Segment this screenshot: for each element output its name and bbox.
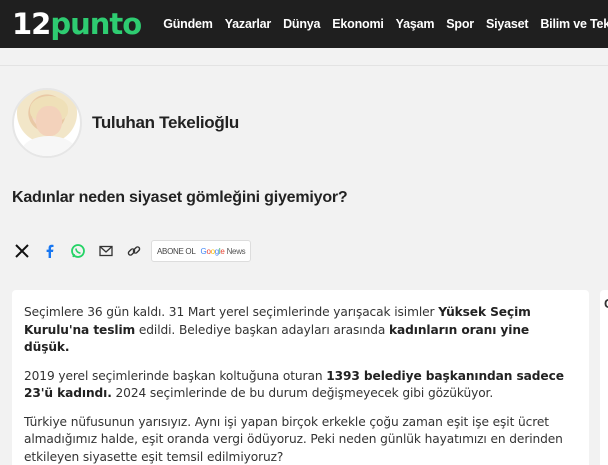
subscribe-label: ABONE OL <box>157 246 196 256</box>
facebook-icon <box>46 244 54 258</box>
nav-item-dunya[interactable]: Dünya <box>283 17 320 31</box>
nav-item-gundem[interactable]: Gündem <box>163 17 213 31</box>
article-title: Kadınlar neden siyaset gömleğini giyemiy… <box>12 189 348 206</box>
google-news-subscribe-button[interactable]: ABONE OL Google News <box>151 240 252 262</box>
author-block: Tuluhan Tekelioğlu <box>12 88 239 158</box>
article-text: Türkiye nüfusunun yarısıyız. Aynı işi ya… <box>24 414 563 464</box>
article-text: 2019 yerel seçimlerinde başkan koltuğuna… <box>24 368 327 383</box>
article-text: Seçimlere 36 gün kaldı. 31 Mart yerel se… <box>24 305 439 319</box>
top-navigation-bar: 12 punto Gündem Yazarlar Dünya Ekonomi Y… <box>0 0 608 48</box>
share-bar: ABONE OL Google News <box>11 240 252 262</box>
main-nav: Gündem Yazarlar Dünya Ekonomi Yaşam Spor… <box>163 17 608 31</box>
nav-item-yazarlar[interactable]: Yazarlar <box>225 17 272 31</box>
sub-header-band <box>0 48 608 66</box>
logo-word: punto <box>50 6 142 41</box>
side-panel-peek-char: G <box>604 296 608 311</box>
mail-icon <box>99 245 113 257</box>
author-avatar[interactable] <box>12 88 82 158</box>
nav-item-spor[interactable]: Spor <box>446 17 474 31</box>
author-name[interactable]: Tuluhan Tekelioğlu <box>92 113 239 133</box>
x-icon <box>15 244 29 258</box>
article-paragraph: 2019 yerel seçimlerinde başkan koltuğuna… <box>24 368 577 403</box>
site-logo[interactable]: 12 punto <box>12 6 142 41</box>
article-paragraph: Türkiye nüfusunun yarısıyız. Aynı işi ya… <box>24 414 577 465</box>
article-body-card: Seçimlere 36 gün kaldı. 31 Mart yerel se… <box>12 290 589 465</box>
copy-link-button[interactable] <box>123 240 145 262</box>
logo-number: 12 <box>12 6 51 41</box>
article-text: edildi. Belediye başkan adayları arasınd… <box>135 322 389 337</box>
facebook-share-button[interactable] <box>39 240 61 262</box>
nav-item-ekonomi[interactable]: Ekonomi <box>332 17 384 31</box>
whatsapp-share-button[interactable] <box>67 240 89 262</box>
nav-item-bilim-teknoloji[interactable]: Bilim ve Teknoloji <box>540 17 608 31</box>
link-icon <box>127 246 141 256</box>
side-panel-edge: G <box>600 290 608 465</box>
nav-item-siyaset[interactable]: Siyaset <box>486 17 529 31</box>
nav-item-yasam[interactable]: Yaşam <box>396 17 435 31</box>
google-news-label: News <box>226 246 246 256</box>
whatsapp-icon <box>71 244 85 258</box>
article-paragraph: Seçimlere 36 gün kaldı. 31 Mart yerel se… <box>24 304 577 357</box>
mail-share-button[interactable] <box>95 240 117 262</box>
x-share-button[interactable] <box>11 240 33 262</box>
article-text: 2024 seçimlerinde de bu durum değişmeyec… <box>111 386 494 400</box>
